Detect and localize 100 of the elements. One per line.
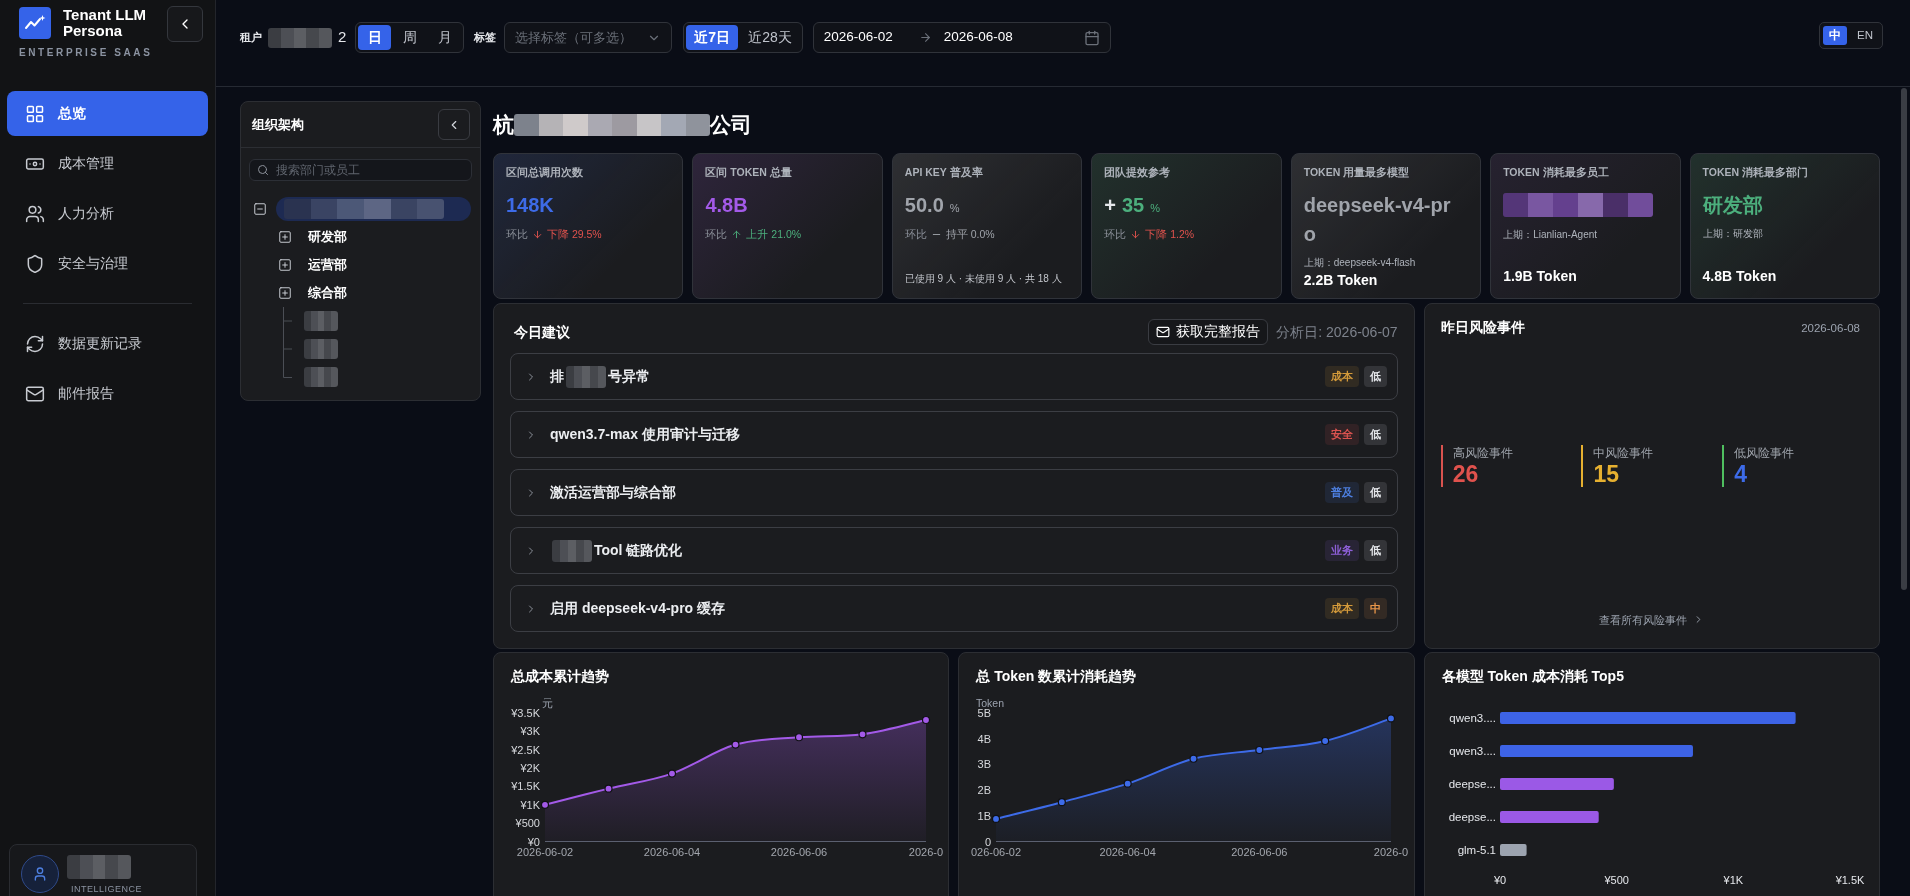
range-tab[interactable]: 近28天 [740,25,800,50]
data-point [1123,779,1133,788]
category-tag: 成本 [1324,598,1359,619]
compare-label: 环比 [1104,227,1127,242]
compare-value: 下降 29.5% [547,227,602,242]
avatar-icon [21,855,59,893]
suggestion-row[interactable]: 排 号异常 成本 低 [510,353,1398,400]
kpi-note: 已使用 9 人 · 未使用 9 人 · 共 18 人 [904,272,1063,286]
x-axis-label: 2026-0 [908,846,944,858]
y-axis-label: ¥0 [527,835,540,848]
language-option[interactable]: EN [1851,26,1879,45]
level-tag: 低 [1363,366,1387,387]
x-axis-label: 2026-06-04 [643,846,701,858]
scrollbar-thumb[interactable] [1901,88,1907,590]
kpi-unit: % [1150,201,1160,216]
date-range-field[interactable]: 2026-06-02 2026-06-08 [812,22,1111,53]
kpi-value: 50.0 [904,193,944,217]
level-tag: 低 [1363,482,1387,503]
nav-item[interactable]: 邮件报告 [7,371,208,416]
expand-toggle-icon[interactable] [278,230,292,244]
y-axis-label: ¥500 [515,817,540,830]
nav-item[interactable]: 安全与治理 [7,241,208,286]
tree-item[interactable]: 综合部 [308,283,347,303]
period-tab[interactable]: 月 [428,25,462,50]
view-all-link[interactable]: 查看所有风险事件 [1599,611,1705,628]
collapse-button[interactable] [167,6,203,42]
x-axis-label: 2026-06-04 [1099,846,1157,858]
y-axis-label: 2B [977,784,992,797]
category-label: deepse... [1448,778,1496,790]
period-tab[interactable]: 日 [358,25,392,50]
category-tag: 成本 [1324,366,1359,387]
tree-item[interactable]: 研发部 [308,227,347,247]
kpi-label: TOKEN 消耗最多员工 [1503,166,1610,179]
tree-item[interactable]: 运营部 [308,255,347,275]
brand-title: Tenant LLM Persona [63,7,148,39]
token-amount: 1.9B Token [1503,267,1578,286]
risk-count: 15 [1593,461,1621,489]
category-label: glm-5.1 [1457,844,1496,856]
bar [1499,844,1527,856]
range-tab[interactable]: 近7日 [686,25,739,50]
tag-select[interactable]: 选择标签（可多选） [504,22,673,53]
collapse-toggle-icon[interactable] [253,202,267,216]
kpi-unit: % [949,201,960,216]
suggestion-title: 激活运营部与综合部 [550,483,676,502]
category-label: deepse... [1448,811,1496,823]
start-date: 2026-06-02 [823,28,893,47]
x-axis-label: ¥1.5K [1835,874,1865,886]
data-point [1189,754,1198,763]
previous-period: 上期：研发部 [1702,227,1764,241]
people-icon [25,203,45,224]
search-field[interactable]: 搜索部门或员工 [249,159,472,181]
mail-icon [1156,325,1171,339]
suggestion-title: Tool 链路优化 [594,541,683,560]
previous-period: 上期：deepseek-v4-flash [1303,256,1417,270]
data-point [992,814,1001,823]
risk-count: 26 [1452,461,1480,489]
data-point [604,784,613,793]
suggestion-row[interactable]: 激活运营部与综合部 普及 低 [510,469,1398,516]
period-tab[interactable]: 周 [393,25,427,50]
suggestion-row[interactable]: Tool 链路优化 业务 低 [510,527,1398,574]
nav-item[interactable]: 数据更新记录 [7,321,208,366]
data-point [1321,736,1330,746]
kpi-label: 区间总调用次数 [506,166,584,179]
y-axis-label: 3B [977,758,992,771]
x-axis-label: 026-06-02 [971,846,1022,858]
chart-title: 总成本累计趋势 [511,667,610,686]
expand-toggle-icon[interactable] [278,286,292,300]
kpi-label: 区间 TOKEN 总量 [705,166,793,179]
language-option[interactable]: 中 [1823,26,1847,45]
x-axis-label: 2026-06-06 [770,846,828,858]
x-axis-label: 2026-06-02 [516,846,574,858]
compare-value: 上升 21.0% [746,227,802,242]
risk-label: 中风险事件 [1593,446,1654,462]
nav-item[interactable]: 总览 [7,91,208,136]
suggestion-row[interactable]: qwen3.7-max 使用审计与迁移 安全 低 [510,411,1398,458]
category-tag: 安全 [1324,424,1359,445]
nav-item[interactable]: 成本管理 [7,141,208,186]
category-tag: 业务 [1324,540,1359,561]
nav-item[interactable]: 人力分析 [7,191,208,236]
data-point [731,740,740,749]
kpi-label: API KEY 普及率 [904,166,984,179]
y-axis-label: 0 [985,835,992,848]
blurred-text [566,365,606,388]
tree-branch-line [283,307,292,335]
logo-icon [19,7,51,39]
x-axis-label: 2026-0 [1374,846,1409,858]
tree-item[interactable] [276,197,471,221]
suggestion-row[interactable]: 启用 deepseek-v4-pro 缓存 成本 中 [510,585,1398,632]
y-axis-label: ¥2.5K [511,743,540,756]
y-axis-label: 5B [977,707,992,719]
kpi-value: 研发部 [1702,193,1764,218]
data-point [794,733,804,742]
risk-label: 高风险事件 [1452,446,1513,462]
grid-icon [25,103,45,124]
panel-title: 组织架构 [252,115,304,134]
y-axis-label: 4B [977,732,992,745]
token-amount: 2.2B Token [1303,271,1379,290]
expand-toggle-icon[interactable] [278,258,292,272]
report-button[interactable]: 获取完整报告 [1148,319,1269,345]
user-card[interactable]: INTELLIGENCE [9,844,197,896]
